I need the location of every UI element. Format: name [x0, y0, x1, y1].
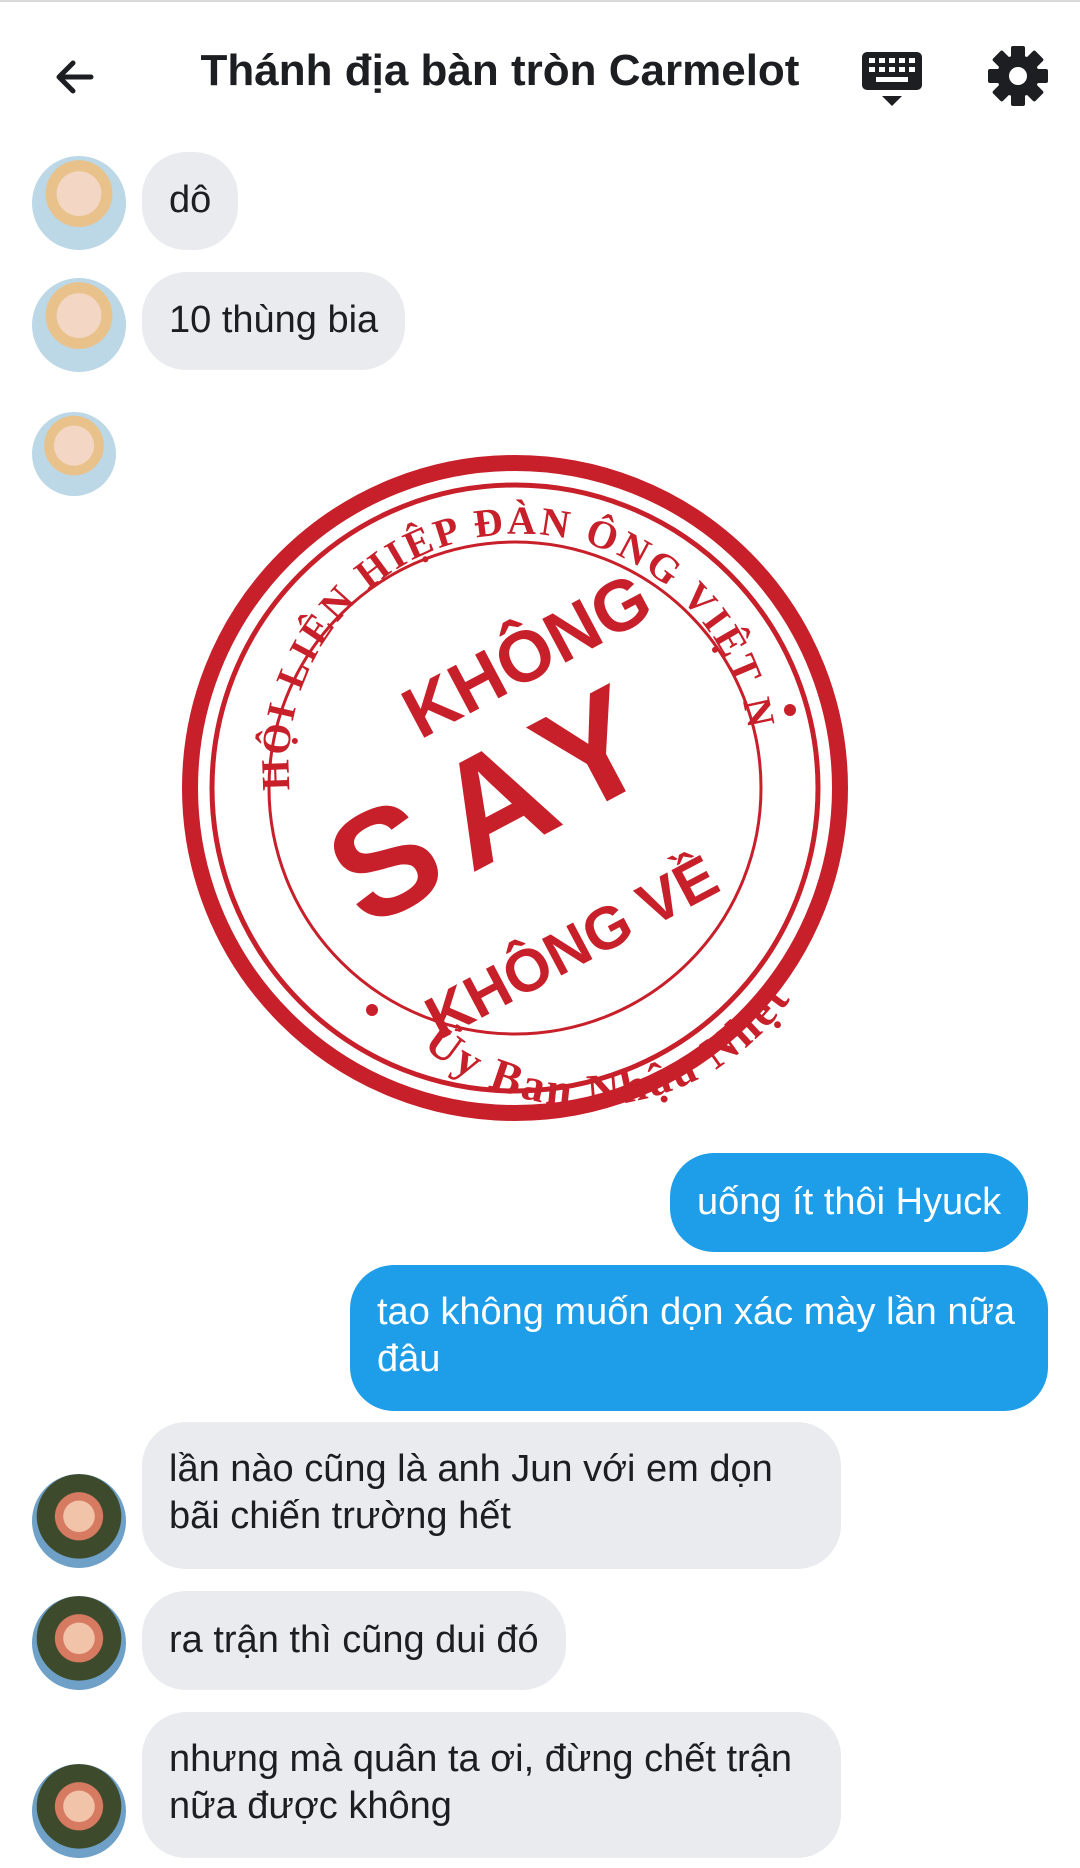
- message-text: uống ít thôi Hyuck: [697, 1181, 1002, 1223]
- settings-button[interactable]: [984, 42, 1052, 110]
- back-arrow-icon: [56, 60, 94, 94]
- sender-avatar[interactable]: [32, 1474, 126, 1568]
- back-button[interactable]: [40, 42, 110, 112]
- message-text: 10 thùng bia: [169, 299, 379, 341]
- sender-avatar[interactable]: [32, 1764, 126, 1858]
- message-text: tao không muốn dọn xác mày lần nữa đâu: [377, 1291, 1016, 1380]
- message-bubble-outgoing[interactable]: tao không muốn dọn xác mày lần nữa đâu: [350, 1265, 1048, 1411]
- message-text: lần nào cũng là anh Jun với em dọn bãi c…: [169, 1448, 773, 1537]
- sender-avatar[interactable]: [32, 156, 126, 250]
- stamp-sticker-graphic: HỘI LIÊN HIỆP ĐÀN ÔNG VIỆT NAM Ủy Ban Nh…: [130, 374, 848, 1121]
- message-text: dô: [169, 179, 212, 221]
- message-bubble-incoming[interactable]: ra trận thì cũng dui đó: [142, 1591, 566, 1690]
- message-text: nhưng mà quân ta ơi, đừng chết trận nữa …: [169, 1738, 792, 1827]
- message-bubble-incoming[interactable]: lần nào cũng là anh Jun với em dọn bãi c…: [142, 1422, 841, 1569]
- sender-avatar[interactable]: [32, 412, 116, 496]
- stamp-sticker[interactable]: HỘI LIÊN HIỆP ĐÀN ÔNG VIỆT NAM Ủy Ban Nh…: [130, 374, 870, 1130]
- message-text: ra trận thì cũng dui đó: [169, 1619, 539, 1661]
- message-bubble-outgoing[interactable]: uống ít thôi Hyuck: [670, 1153, 1029, 1252]
- message-bubble-incoming[interactable]: dô: [142, 152, 239, 250]
- message-bubble-incoming[interactable]: 10 thùng bia: [142, 272, 406, 370]
- gear-icon: [988, 46, 1048, 106]
- keyboard-button[interactable]: [858, 48, 926, 108]
- sender-avatar[interactable]: [32, 278, 126, 372]
- sender-avatar[interactable]: [32, 1596, 126, 1690]
- chat-title[interactable]: Thánh địa bàn tròn Carmelot: [150, 46, 850, 96]
- message-bubble-incoming[interactable]: nhưng mà quân ta ơi, đừng chết trận nữa …: [142, 1712, 841, 1858]
- keyboard-icon: [862, 52, 922, 106]
- chat-header: Thánh địa bàn tròn Carmelot: [0, 2, 1080, 142]
